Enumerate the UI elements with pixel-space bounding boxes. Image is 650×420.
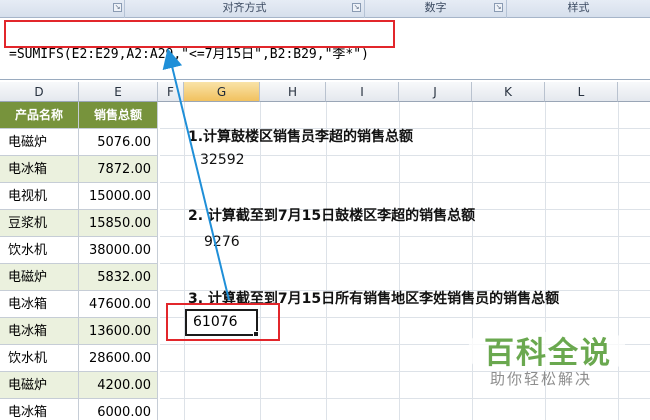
table-row: 电视机 15000.00 xyxy=(0,183,160,210)
gridline xyxy=(160,398,650,399)
answer-highlight-box xyxy=(166,303,280,341)
ribbon-group-font: ↘ xyxy=(0,0,125,18)
column-header-l[interactable]: L xyxy=(545,82,618,102)
column-header-k[interactable]: K xyxy=(472,82,545,102)
column-header-m[interactable] xyxy=(618,82,650,102)
amount-cell[interactable]: 15000.00 xyxy=(79,183,158,210)
column-header-e[interactable]: E xyxy=(79,82,158,102)
formula-highlight-box xyxy=(4,20,395,48)
product-cell[interactable]: 电磁炉 xyxy=(0,264,79,291)
table-row: 电磁炉 5076.00 xyxy=(0,129,160,156)
gridline xyxy=(260,102,261,420)
question-1: 1.计算鼓楼区销售员李超的销售总额 xyxy=(188,129,414,145)
ribbon-group-label: 样式 xyxy=(567,1,590,14)
product-cell[interactable]: 电视机 xyxy=(0,183,79,210)
gridline xyxy=(399,102,400,420)
header-sales-total[interactable]: 销售总额 xyxy=(79,102,158,129)
gridline xyxy=(326,102,327,420)
amount-cell[interactable]: 47600.00 xyxy=(79,291,158,318)
ribbon-group-alignment: 对齐方式 ↘ xyxy=(125,0,365,18)
gridline xyxy=(160,263,650,264)
product-cell[interactable]: 电冰箱 xyxy=(0,291,79,318)
dialog-launcher-icon[interactable]: ↘ xyxy=(113,3,122,12)
amount-cell[interactable]: 5832.00 xyxy=(79,264,158,291)
amount-cell[interactable]: 4200.00 xyxy=(79,372,158,399)
product-cell[interactable]: 电冰箱 xyxy=(0,156,79,183)
question-2: 2. 计算截至到7月15日鼓楼区李超的销售总额 xyxy=(188,208,476,224)
amount-cell[interactable]: 5076.00 xyxy=(79,129,158,156)
ribbon-group-number: 数字 ↘ xyxy=(365,0,507,18)
amount-cell[interactable]: 15850.00 xyxy=(79,210,158,237)
table-row: 饮水机 28600.00 xyxy=(0,345,160,372)
amount-cell[interactable]: 7872.00 xyxy=(79,156,158,183)
table-row: 电冰箱 7872.00 xyxy=(0,156,160,183)
ribbon-group-label: 对齐方式 xyxy=(222,1,267,14)
product-cell[interactable]: 电磁炉 xyxy=(0,372,79,399)
gridline xyxy=(184,102,185,420)
watermark-title: 百科全说 xyxy=(484,336,612,371)
ribbon-group-strip: ↘ 对齐方式 ↘ 数字 ↘ 样式 xyxy=(0,0,650,18)
product-cell[interactable]: 豆浆机 xyxy=(0,210,79,237)
watermark-subtitle: 助你轻松解决 xyxy=(490,370,593,388)
table-row: 豆浆机 15850.00 xyxy=(0,210,160,237)
amount-cell[interactable]: 38000.00 xyxy=(79,237,158,264)
column-header-g[interactable]: G xyxy=(184,82,260,102)
answer-2[interactable]: 9276 xyxy=(204,234,240,250)
product-cell[interactable]: 饮水机 xyxy=(0,345,79,372)
column-header-f[interactable]: F xyxy=(158,82,184,102)
table-header-row: 产品名称 销售总额 xyxy=(0,102,160,129)
column-header-d[interactable]: D xyxy=(0,82,79,102)
answer-1[interactable]: 32592 xyxy=(200,152,245,168)
amount-cell[interactable]: 6000.00 xyxy=(79,399,158,420)
table-row: 饮水机 38000.00 xyxy=(0,237,160,264)
table-row: 电磁炉 5832.00 xyxy=(0,264,160,291)
table-row: 电冰箱 6000.00 xyxy=(0,399,160,420)
ribbon-group-styles: 样式 xyxy=(507,0,650,18)
product-cell[interactable]: 电磁炉 xyxy=(0,129,79,156)
table-row: 电冰箱 13600.00 xyxy=(0,318,160,345)
column-header-h[interactable]: H xyxy=(260,82,326,102)
header-product-name[interactable]: 产品名称 xyxy=(0,102,79,129)
product-cell[interactable]: 电冰箱 xyxy=(0,318,79,345)
product-cell[interactable]: 电冰箱 xyxy=(0,399,79,420)
watermark-logo: 百科全说 助你轻松解决 xyxy=(460,326,636,392)
dialog-launcher-icon[interactable]: ↘ xyxy=(352,3,361,12)
table-row: 电磁炉 4200.00 xyxy=(0,372,160,399)
column-header-i[interactable]: I xyxy=(326,82,399,102)
amount-cell[interactable]: 13600.00 xyxy=(79,318,158,345)
product-cell[interactable]: 饮水机 xyxy=(0,237,79,264)
dialog-launcher-icon[interactable]: ↘ xyxy=(494,3,503,12)
table-row: 电冰箱 47600.00 xyxy=(0,291,160,318)
ribbon-group-label: 数字 xyxy=(424,1,447,14)
amount-cell[interactable]: 28600.00 xyxy=(79,345,158,372)
column-header-j[interactable]: J xyxy=(399,82,472,102)
gridline xyxy=(160,182,650,183)
